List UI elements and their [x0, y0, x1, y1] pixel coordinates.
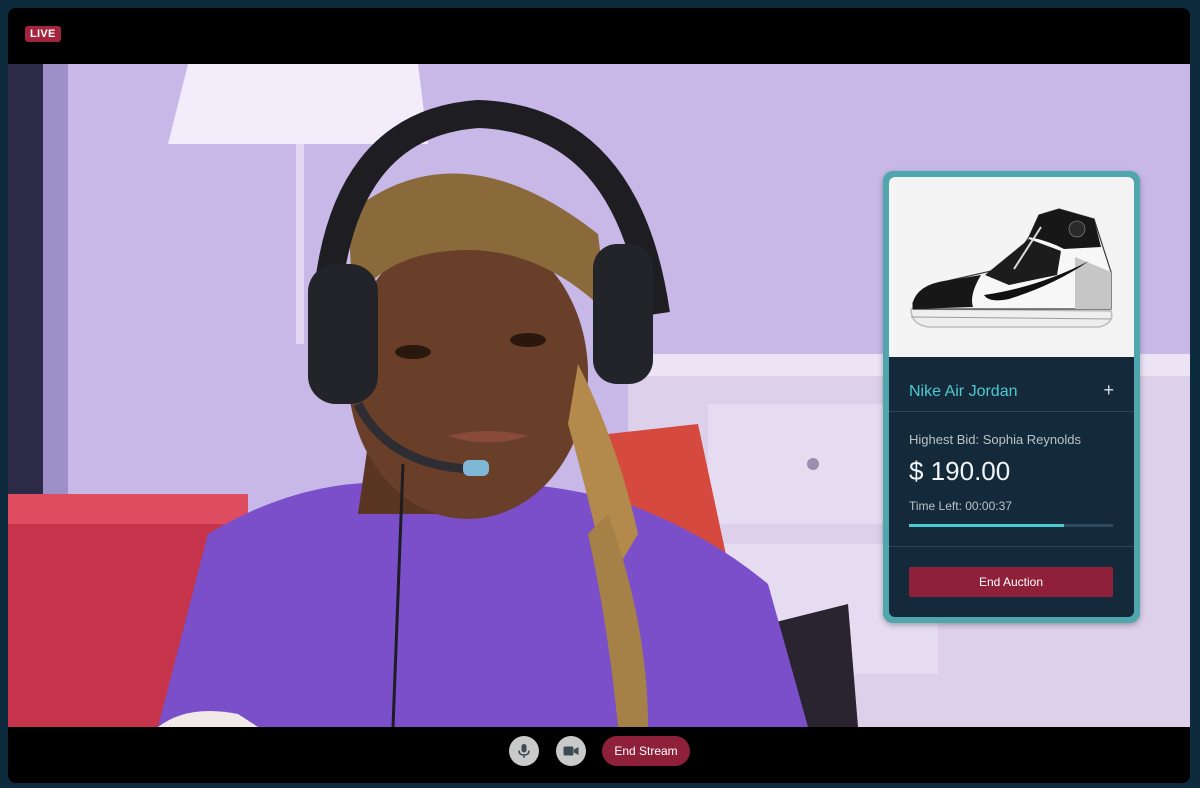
card-divider [889, 411, 1134, 412]
auction-card-body: Nike Air Jordan + Highest Bid: Sophia Re… [889, 177, 1134, 617]
product-image [889, 177, 1134, 357]
bid-amount: $ 190.00 [909, 456, 1011, 486]
sneaker-image [910, 208, 1113, 328]
highest-bid-label: Highest Bid: Sophia Reynolds [909, 432, 1081, 447]
bottom-control-bar: End Stream [8, 727, 1190, 783]
time-left-label: Time Left: 00:00:37 [909, 499, 1012, 513]
microphone-button[interactable] [509, 736, 539, 766]
expand-plus-icon[interactable]: + [1103, 380, 1114, 401]
live-badge: LIVE [25, 26, 61, 42]
card-divider [889, 546, 1134, 547]
product-name: Nike Air Jordan [909, 383, 1018, 400]
time-progress-bar [909, 524, 1113, 527]
microphone-icon [518, 744, 530, 758]
video-camera-icon [563, 746, 579, 756]
time-progress-fill [909, 524, 1065, 527]
auction-card: Nike Air Jordan + Highest Bid: Sophia Re… [883, 171, 1140, 623]
end-stream-button[interactable]: End Stream [602, 736, 690, 766]
top-bar: LIVE [8, 8, 1190, 64]
camera-button[interactable] [556, 736, 586, 766]
end-auction-button[interactable]: End Auction [909, 567, 1113, 597]
stream-window: LIVE Nike Air Jordan + Highest Bid: Soph… [8, 8, 1190, 783]
